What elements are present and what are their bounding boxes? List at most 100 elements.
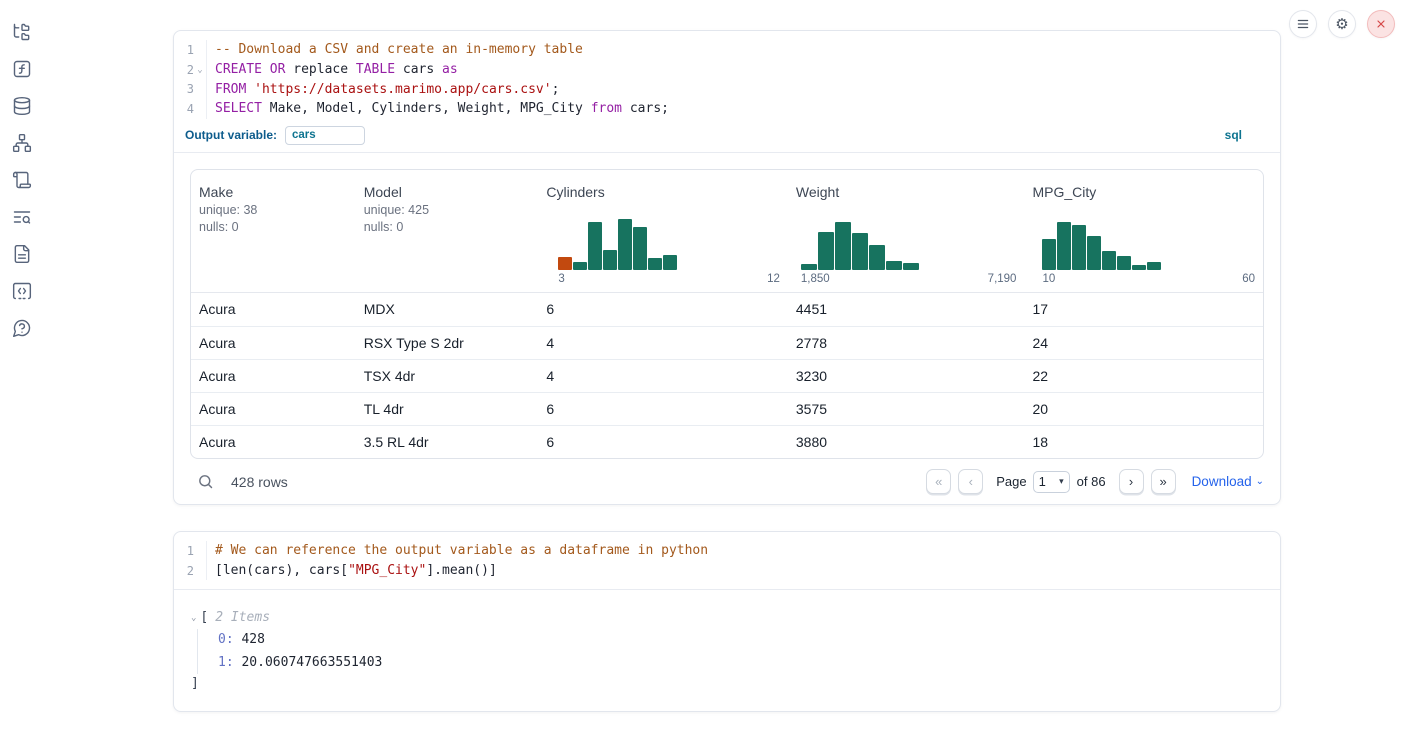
- sql-cell: 1 -- Download a CSV and create an in-memo…: [173, 30, 1281, 505]
- file-explorer-icon[interactable]: [12, 22, 32, 42]
- menu-button[interactable]: [1289, 10, 1317, 38]
- sql-code-editor[interactable]: 1-- Download a CSV and create an in-memo…: [174, 31, 1280, 119]
- datasources-icon[interactable]: [12, 96, 32, 116]
- documentation-icon[interactable]: [12, 244, 32, 264]
- first-page-button[interactable]: «: [926, 469, 951, 494]
- chevron-down-icon: ⌄: [1256, 476, 1264, 487]
- page-total-label: of 86: [1077, 474, 1106, 489]
- histogram-bar: [835, 222, 851, 270]
- table-row[interactable]: AcuraTSX 4dr4323022: [191, 359, 1263, 392]
- histogram-bar: [1147, 262, 1161, 270]
- next-page-button[interactable]: ›: [1119, 469, 1144, 494]
- sidebar-panel: [0, 0, 44, 729]
- line-number: 1: [187, 544, 194, 558]
- histogram-min-label: 1,850: [801, 273, 830, 285]
- table-cell: Acura: [191, 426, 356, 458]
- tree-entry-key: 1:: [218, 655, 234, 670]
- table-cell: 20: [1024, 393, 1263, 425]
- column-label: Model: [364, 184, 531, 200]
- code-line[interactable]: 2⌄CREATE OR replace TABLE cars as: [174, 60, 1280, 80]
- column-header-model[interactable]: Modelunique: 425nulls: 0: [356, 170, 539, 292]
- code-text: FROM 'https://datasets.marimo.app/cars.c…: [207, 82, 559, 97]
- code-text: -- Download a CSV and create an in-memor…: [207, 42, 583, 57]
- table-row[interactable]: AcuraRSX Type S 2dr4277824: [191, 326, 1263, 359]
- output-variable-input[interactable]: [285, 126, 365, 145]
- page-select-value: 1: [1039, 474, 1046, 489]
- python-output: ⌄ [ 2 Items 0: 4281: 20.060747663551403 …: [174, 590, 1280, 694]
- data-table: Makeunique: 38nulls: 0Modelunique: 425nu…: [190, 169, 1264, 459]
- histogram-bar: [869, 245, 885, 270]
- table-cell: 3.5 RL 4dr: [356, 426, 539, 458]
- search-logs-icon[interactable]: [12, 207, 32, 227]
- table-row[interactable]: AcuraMDX6445117: [191, 293, 1263, 326]
- settings-button[interactable]: ⚙: [1328, 10, 1356, 38]
- histogram-max-label: 12: [767, 273, 780, 285]
- table-cell: 6: [538, 393, 788, 425]
- table-cell: 3880: [788, 426, 1025, 458]
- column-header-mpg_city[interactable]: MPG_City1060: [1024, 170, 1263, 292]
- histogram-bar: [618, 219, 632, 270]
- histogram-bars: [558, 215, 780, 270]
- table-cell: RSX Type S 2dr: [356, 327, 539, 359]
- table-cell: Acura: [191, 360, 356, 392]
- column-stat: unique: 425: [364, 203, 531, 217]
- collapse-chevron-icon[interactable]: ⌄: [191, 607, 196, 629]
- rows-count: 428 rows: [231, 474, 288, 490]
- tree-entry-value: 20.060747663551403: [234, 655, 383, 670]
- last-page-button[interactable]: »: [1151, 469, 1176, 494]
- line-number: 4: [187, 102, 194, 116]
- search-icon[interactable]: [197, 473, 214, 490]
- sql-cell-meta-row: Output variable: sql: [174, 119, 1280, 153]
- column-header-weight[interactable]: Weight1,8507,190: [788, 170, 1025, 292]
- hamburger-icon: [1296, 17, 1310, 31]
- table-cell: MDX: [356, 293, 539, 326]
- code-text: # We can reference the output variable a…: [207, 543, 708, 558]
- pagination: « ‹ Page 1 ▾ of 86 › » Download ⌄: [926, 469, 1264, 494]
- fold-chevron-icon[interactable]: ⌄: [194, 65, 206, 75]
- line-gutter: 1: [174, 541, 207, 561]
- chevron-down-icon: ▾: [1059, 476, 1064, 487]
- code-line[interactable]: 1-- Download a CSV and create an in-memo…: [174, 40, 1280, 60]
- logs-icon[interactable]: [12, 170, 32, 190]
- tree-entry: 0: 428: [218, 629, 1280, 652]
- column-histogram: 1,8507,190: [801, 215, 1017, 285]
- chevron-right-icon: ›: [1129, 474, 1133, 489]
- close-button[interactable]: [1367, 10, 1395, 38]
- python-code-editor[interactable]: 1 # We can reference the output variable …: [174, 532, 1280, 590]
- prev-page-button[interactable]: ‹: [958, 469, 983, 494]
- table-cell: 6: [538, 426, 788, 458]
- table-cell: 6: [538, 293, 788, 326]
- column-header-make[interactable]: Makeunique: 38nulls: 0: [191, 170, 356, 292]
- histogram-bar: [903, 263, 919, 270]
- histogram-min-label: 10: [1042, 273, 1055, 285]
- variables-icon[interactable]: [12, 59, 32, 79]
- python-cell: 1 # We can reference the output variable …: [173, 531, 1281, 712]
- column-header-cylinders[interactable]: Cylinders312: [538, 170, 788, 292]
- table-body: AcuraMDX6445117AcuraRSX Type S 2dr427782…: [191, 293, 1263, 458]
- dependency-graph-icon[interactable]: [12, 133, 32, 153]
- download-button[interactable]: Download ⌄: [1192, 474, 1264, 489]
- table-cell: TL 4dr: [356, 393, 539, 425]
- line-gutter: 3: [174, 79, 207, 99]
- table-cell: 4451: [788, 293, 1025, 326]
- code-line[interactable]: 3FROM 'https://datasets.marimo.app/cars.…: [174, 79, 1280, 99]
- line-gutter: 2⌄: [174, 60, 207, 80]
- code-line[interactable]: 2[len(cars), cars["MPG_City"].mean()]: [174, 561, 1280, 581]
- snippets-icon[interactable]: [12, 281, 32, 301]
- table-cell: 2778: [788, 327, 1025, 359]
- table-row[interactable]: AcuraTL 4dr6357520: [191, 392, 1263, 425]
- help-icon[interactable]: [12, 318, 32, 338]
- table-cell: 18: [1024, 426, 1263, 458]
- table-cell: Acura: [191, 293, 356, 326]
- close-icon: [1375, 18, 1387, 30]
- table-cell: Acura: [191, 393, 356, 425]
- output-variable-label: Output variable:: [185, 128, 277, 142]
- page-select[interactable]: 1 ▾: [1033, 471, 1070, 493]
- column-histogram: 312: [558, 215, 780, 285]
- histogram-bar: [588, 222, 602, 270]
- code-line[interactable]: 1 # We can reference the output variable …: [174, 541, 1280, 561]
- code-line[interactable]: 4SELECT Make, Model, Cylinders, Weight, …: [174, 99, 1280, 119]
- histogram-bar: [1087, 236, 1101, 270]
- table-row[interactable]: Acura3.5 RL 4dr6388018: [191, 425, 1263, 458]
- histogram-bar: [633, 227, 647, 270]
